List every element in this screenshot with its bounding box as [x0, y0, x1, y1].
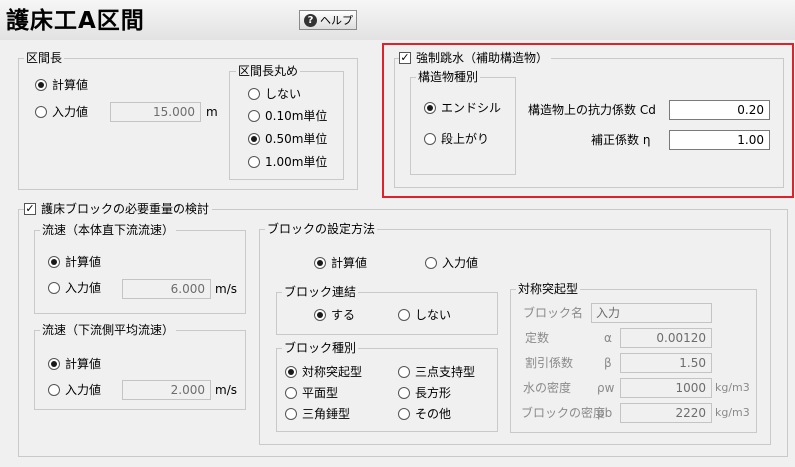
water-density-label: 水の密度	[523, 381, 572, 395]
connection-yes-radio[interactable]: する	[314, 308, 355, 322]
discount-input[interactable]: 1.50	[620, 353, 712, 373]
block-type-other-radio[interactable]: その他	[398, 407, 451, 421]
section-length-calc-radio[interactable]: 計算値	[35, 78, 88, 92]
velocity-main-unit: m/s	[215, 282, 237, 296]
symmetric-group-label: 対称突起型	[516, 282, 581, 296]
const-symbol: α	[604, 331, 612, 345]
water-density-input[interactable]: 1000	[620, 378, 712, 398]
const-input[interactable]: 0.00120	[620, 328, 712, 348]
block-type-pyramid-radio[interactable]: 三角錘型	[285, 407, 350, 421]
velocity-down-input[interactable]: 2.000	[122, 380, 211, 400]
velocity-down-input-radio[interactable]: 入力値	[48, 383, 101, 397]
section-length-input[interactable]: 15.000	[110, 102, 201, 122]
water-density-unit: kg/m3	[715, 381, 750, 394]
rounding-option-none[interactable]: しない	[248, 87, 301, 101]
block-type-rectangle-radio[interactable]: 長方形	[398, 386, 451, 400]
section-length-input-radio[interactable]: 入力値	[35, 105, 88, 119]
block-weight-checkbox[interactable]: ✓ 護床ブロックの必要重量の検討	[24, 202, 213, 216]
setting-method-input-radio[interactable]: 入力値	[425, 256, 478, 270]
water-density-symbol: ρw	[597, 381, 615, 395]
velocity-main-group-label: 流速（本体直下流流速）	[40, 223, 177, 237]
block-density-input[interactable]: 2220	[620, 403, 712, 423]
block-type-symmetric-radio[interactable]: 対称突起型	[285, 365, 362, 379]
discount-label: 割引係数	[525, 356, 574, 370]
velocity-down-unit: m/s	[215, 383, 237, 397]
help-icon: ?	[304, 13, 317, 27]
connection-no-radio[interactable]: しない	[398, 308, 451, 322]
velocity-down-calc-radio[interactable]: 計算値	[48, 357, 101, 371]
velocity-main-input-radio[interactable]: 入力値	[48, 281, 101, 295]
connection-group-label: ブロック連結	[282, 285, 359, 299]
rounding-group-label: 区間長丸め	[236, 64, 301, 78]
block-type-group-label: ブロック種別	[282, 341, 359, 355]
help-button[interactable]: ? ヘルプ	[299, 10, 357, 30]
setting-method-group-label: ブロックの設定方法	[265, 222, 378, 236]
block-type-flat-radio[interactable]: 平面型	[285, 386, 338, 400]
setting-method-calc-radio[interactable]: 計算値	[314, 256, 367, 270]
block-type-threepoint-radio[interactable]: 三点支持型	[398, 365, 475, 379]
rounding-option-1.00[interactable]: 1.00m単位	[248, 155, 327, 169]
page-title: 護床工A区間	[6, 8, 145, 34]
section-length-unit: m	[206, 105, 218, 119]
block-density-symbol: ρb	[597, 406, 613, 420]
rounding-option-0.10[interactable]: 0.10m単位	[248, 109, 327, 123]
velocity-down-group-label: 流速（下流側平均流速）	[40, 323, 177, 337]
block-name-input[interactable]: 入力	[591, 303, 712, 323]
section-length-group-label: 区間長	[24, 51, 65, 65]
discount-symbol: β	[604, 356, 612, 370]
const-label: 定数	[525, 331, 550, 345]
check-icon: ✓	[24, 202, 36, 215]
block-density-label: ブロックの密度	[521, 406, 606, 420]
block-name-label: ブロック名	[523, 306, 584, 320]
rounding-option-0.50[interactable]: 0.50m単位	[248, 132, 327, 146]
help-button-label: ヘルプ	[320, 14, 353, 27]
velocity-main-calc-radio[interactable]: 計算値	[48, 255, 101, 269]
block-density-unit: kg/m3	[715, 406, 750, 419]
velocity-main-group	[34, 230, 246, 314]
highlight-frame	[382, 43, 794, 198]
velocity-main-input[interactable]: 6.000	[122, 279, 211, 299]
